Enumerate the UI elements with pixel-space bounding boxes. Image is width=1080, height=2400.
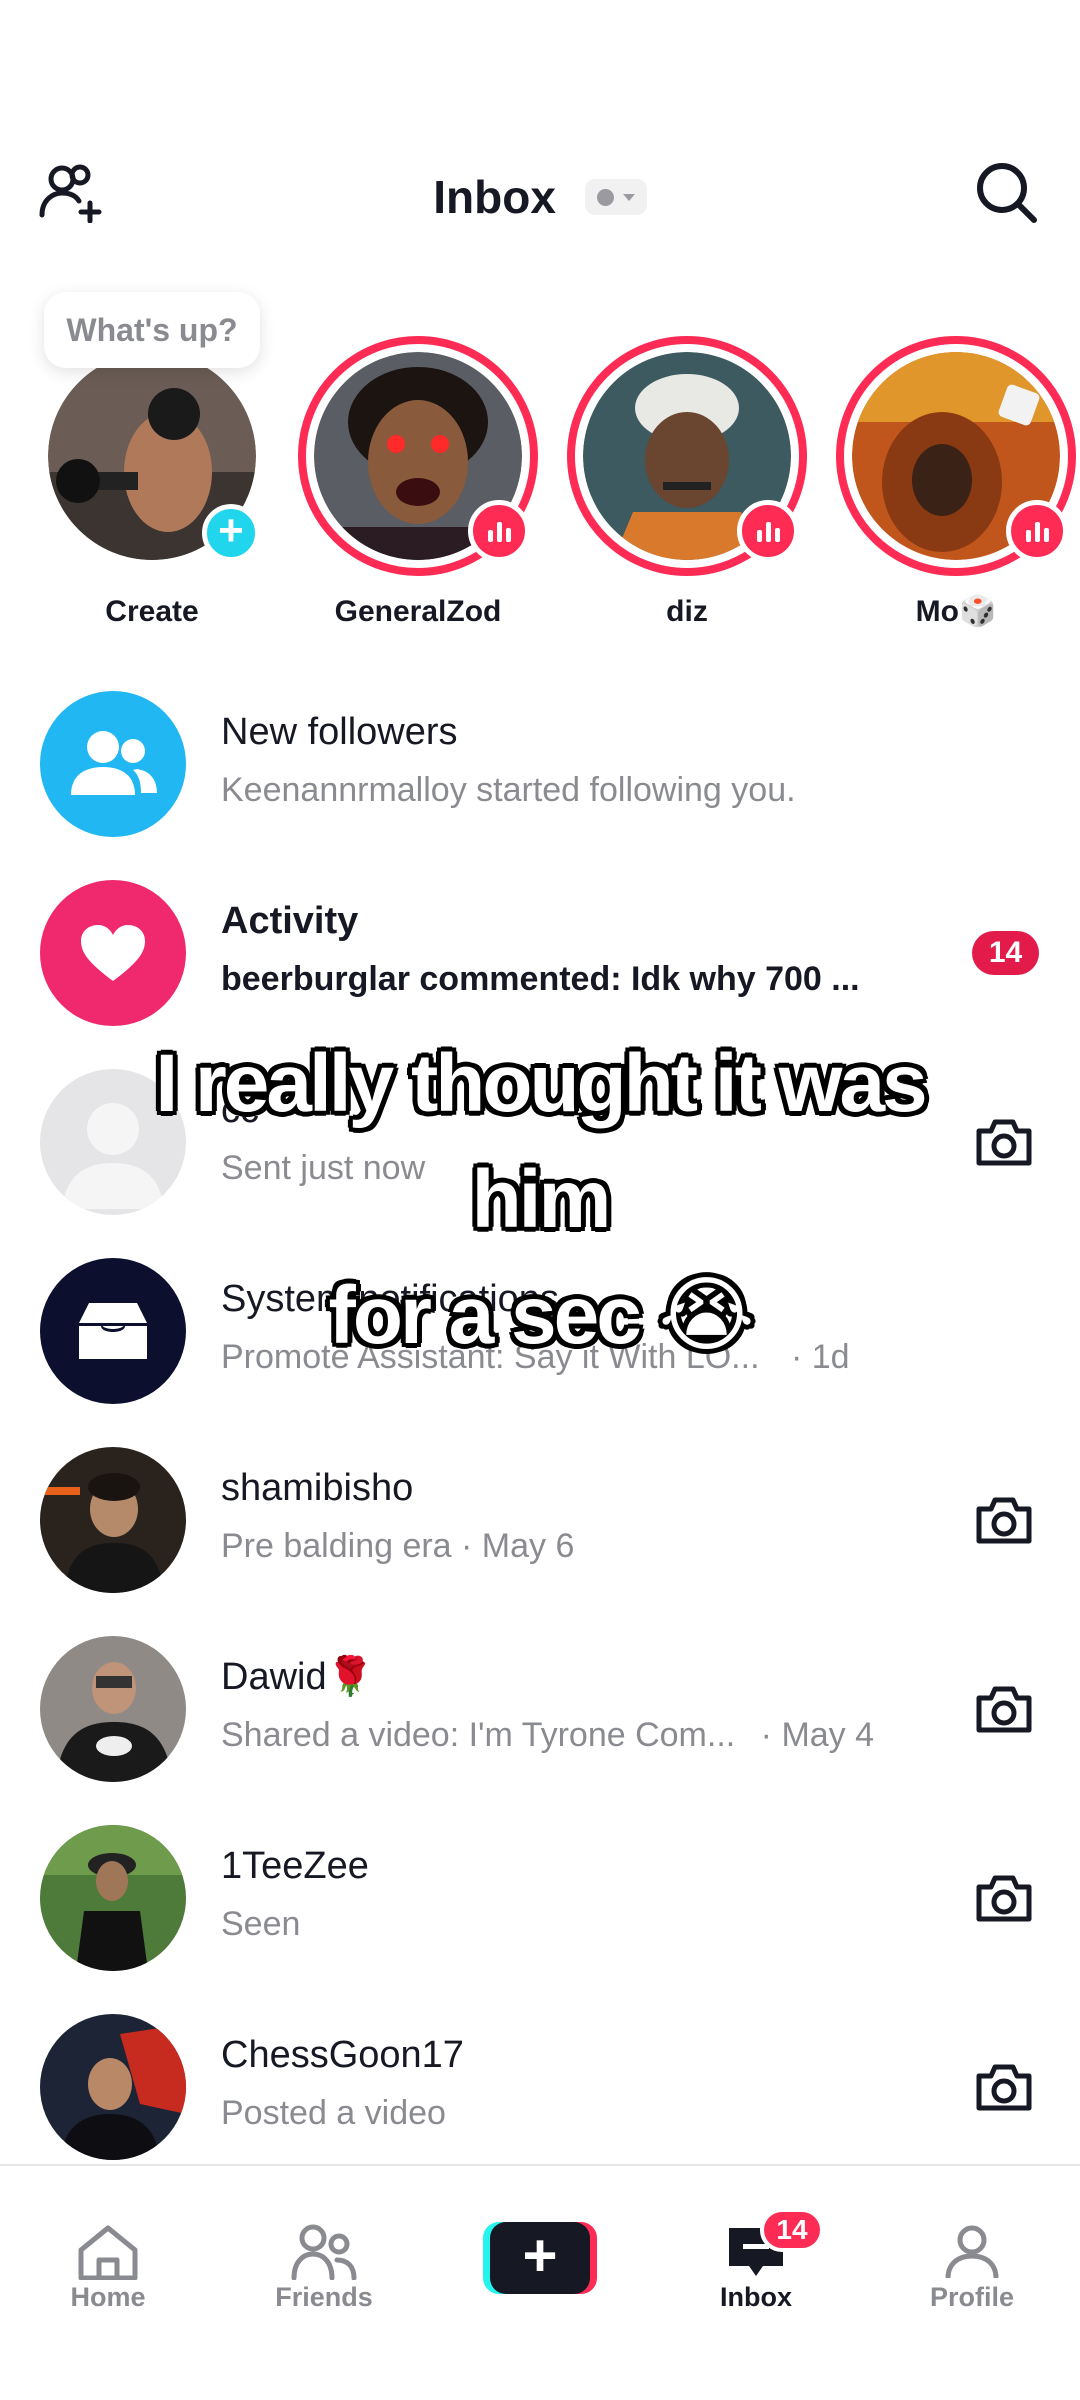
list-item-chessgoon17[interactable]: ChessGoon17 Posted a video xyxy=(0,1992,1080,2181)
story-mo[interactable]: Mo🎲 xyxy=(836,336,1076,632)
live-icon xyxy=(468,500,530,562)
inbox-badge: 14 xyxy=(760,2208,824,2252)
camera-icon[interactable] xyxy=(975,1495,1033,1545)
activity-avatar xyxy=(40,880,186,1026)
list-item-shamibisho[interactable]: shamibisho Pre balding era · May 6 xyxy=(0,1425,1080,1614)
nav-label: Home xyxy=(70,2282,146,2312)
story-name: diz xyxy=(666,595,708,628)
list-item-activity[interactable]: Activity beerburglar commented: Idk why … xyxy=(0,858,1080,1047)
list-item-preview: Shared a video: I'm Tyrone Com... xyxy=(221,1716,736,1754)
friends-icon xyxy=(291,2224,357,2280)
people-icon xyxy=(71,731,157,795)
list-item-title: 1TeeZee xyxy=(221,1845,369,1887)
nav-profile[interactable]: Profile xyxy=(864,2166,1080,2313)
list-item-title: Activity xyxy=(221,900,359,942)
list-item-title: shamibisho xyxy=(221,1467,414,1509)
plus-icon: + xyxy=(490,2222,590,2294)
story-name: Create xyxy=(105,595,199,628)
page-title: Inbox xyxy=(0,165,1080,225)
list-item-new-followers[interactable]: New followers Keenannrmalloy started fol… xyxy=(0,669,1080,858)
chevron-down-icon xyxy=(622,193,635,201)
list-item-subtitle: Keenannrmalloy started following you. xyxy=(221,771,796,809)
camera-icon[interactable] xyxy=(975,1873,1033,1923)
list-item-subtitle: Shared a video: I'm Tyrone Com... · May … xyxy=(221,1714,874,1756)
story-name: GeneralZod xyxy=(334,595,502,628)
heart-icon xyxy=(81,925,145,981)
live-icon xyxy=(737,500,799,562)
bottom-nav: Home Friends + Inbox 14 Profile xyxy=(0,2164,1080,2400)
list-item-dawid[interactable]: Dawid🌹 Shared a video: I'm Tyrone Com...… xyxy=(0,1614,1080,1803)
nav-friends[interactable]: Friends xyxy=(216,2166,432,2313)
avatar xyxy=(40,2014,186,2160)
list-item-title: New followers xyxy=(221,711,458,753)
avatar xyxy=(40,1636,186,1782)
avatar xyxy=(40,1447,186,1593)
camera-icon[interactable] xyxy=(975,1684,1033,1734)
add-story-icon[interactable]: + xyxy=(202,504,260,562)
live-icon xyxy=(1006,500,1068,562)
camera-icon[interactable] xyxy=(975,2062,1033,2112)
nav-home[interactable]: Home xyxy=(0,2166,216,2313)
home-icon xyxy=(78,2225,138,2280)
profile-icon xyxy=(945,2225,999,2279)
list-item-subtitle: Posted a video xyxy=(221,2094,446,2132)
caption-line: I really thought it was xyxy=(155,1038,927,1129)
list-item-subtitle: beerburglar commented: Idk why 700 ... xyxy=(221,960,860,998)
inbox-title: Inbox xyxy=(433,170,556,223)
new-followers-avatar xyxy=(40,691,186,837)
unread-badge: 14 xyxy=(972,931,1039,975)
create-button[interactable]: + xyxy=(483,2222,597,2294)
list-item-title: Dawid🌹 xyxy=(221,1656,374,1698)
story-diz[interactable]: diz xyxy=(567,336,807,632)
caption-line: for a sec 😭 xyxy=(328,1270,755,1361)
nav-label: Inbox xyxy=(720,2282,792,2312)
nav-label: Friends xyxy=(275,2282,373,2312)
search-button[interactable] xyxy=(974,160,1040,226)
story-create[interactable]: + Create xyxy=(32,336,272,632)
video-caption: I really thought it was him for a sec 😭 xyxy=(40,1026,1040,1374)
list-item-1teezee[interactable]: 1TeeZee Seen xyxy=(0,1803,1080,1992)
avatar xyxy=(40,1825,186,1971)
search-icon xyxy=(977,163,1037,223)
story-generalzod[interactable]: GeneralZod xyxy=(298,336,538,632)
story-name: Mo🎲 xyxy=(915,595,997,628)
list-item-subtitle: Pre balding era · May 6 xyxy=(221,1527,575,1565)
status-bubble[interactable]: What's up? xyxy=(44,292,260,368)
caption-line: him xyxy=(471,1154,612,1245)
list-item-title: ChessGoon17 xyxy=(221,2034,464,2076)
list-item-time: · May 4 xyxy=(760,1716,875,1754)
list-item-subtitle: Seen xyxy=(221,1905,301,1943)
nav-label: Profile xyxy=(929,2282,1015,2312)
nav-inbox[interactable]: Inbox xyxy=(648,2166,864,2313)
status-toggle[interactable] xyxy=(584,178,647,215)
